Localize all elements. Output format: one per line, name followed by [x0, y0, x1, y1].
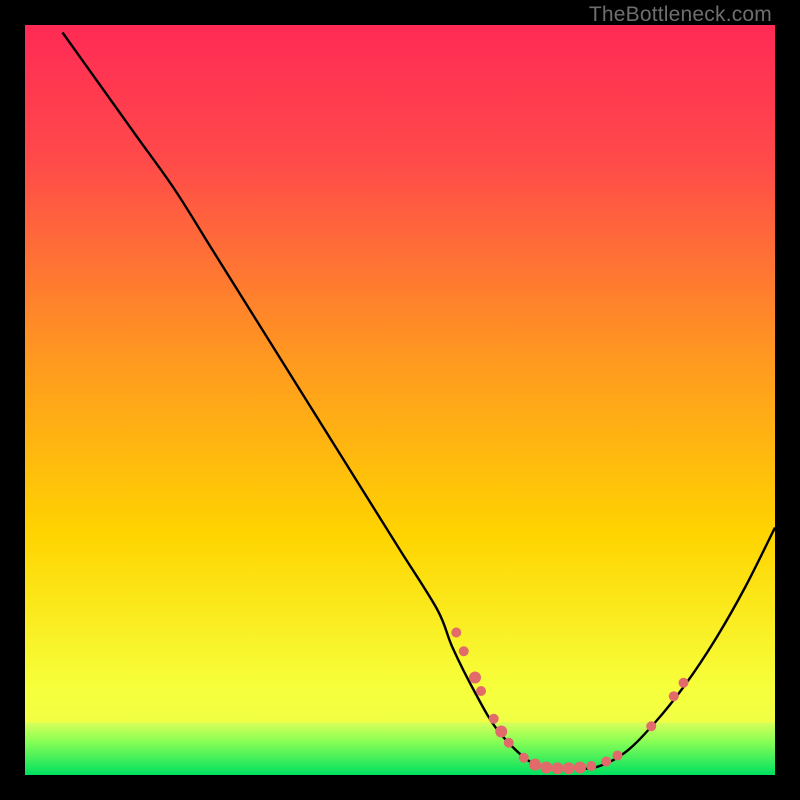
- data-point: [586, 761, 596, 771]
- data-point: [529, 759, 541, 771]
- watermark-text: TheBottleneck.com: [589, 3, 772, 27]
- data-point: [679, 678, 689, 688]
- data-point: [563, 762, 575, 774]
- data-point: [601, 757, 611, 767]
- bottleneck-curve-chart: [25, 25, 775, 775]
- data-point: [495, 726, 507, 738]
- data-point: [552, 762, 564, 774]
- data-point: [646, 721, 656, 731]
- data-point: [459, 646, 469, 656]
- data-point: [574, 762, 586, 774]
- data-point: [476, 686, 486, 696]
- data-point: [504, 738, 514, 748]
- data-point: [469, 672, 481, 684]
- data-point: [669, 691, 679, 701]
- optimal-green-band: [25, 723, 775, 776]
- data-point: [613, 751, 623, 761]
- data-point: [519, 753, 529, 763]
- chart-frame: [25, 25, 775, 775]
- data-point: [451, 628, 461, 638]
- data-point: [489, 714, 499, 724]
- data-point: [540, 762, 552, 774]
